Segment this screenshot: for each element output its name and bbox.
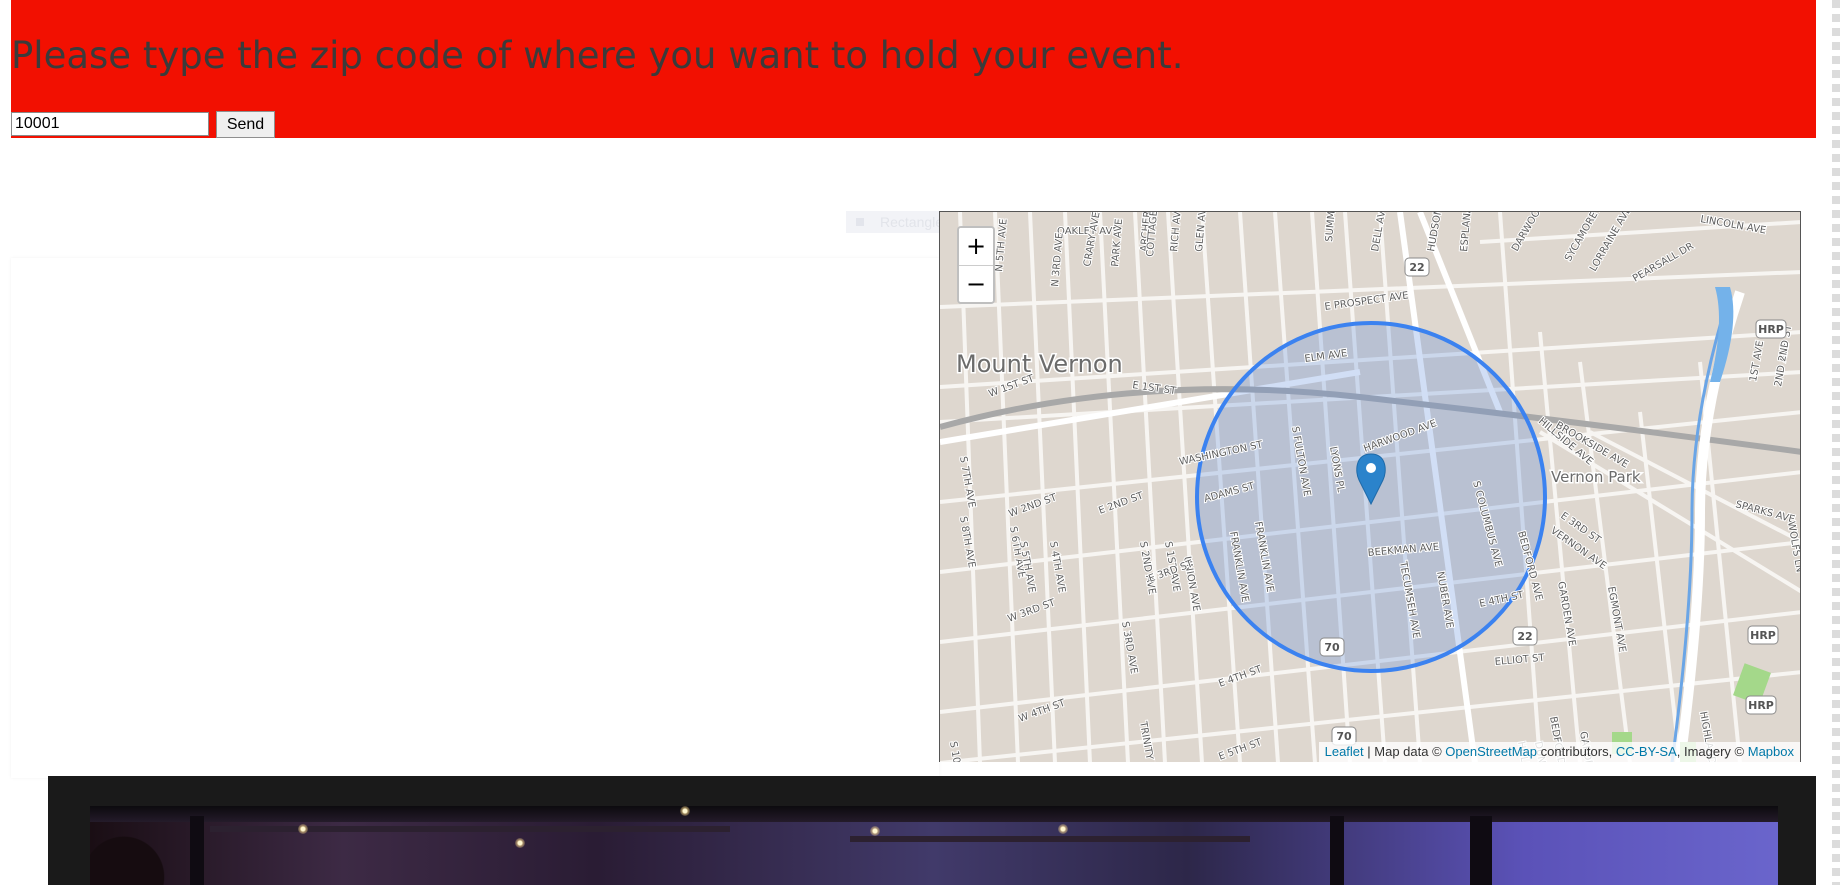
content-panel [11, 258, 939, 778]
map-view[interactable]: Mount Vernon Vernon Park OAKLEY AVE ARCHE… [939, 211, 1801, 762]
photo-light [870, 826, 880, 836]
license-link[interactable]: CC-BY-SA [1616, 744, 1677, 759]
photo-column-3 [1470, 816, 1492, 885]
mapbox-link[interactable]: Mapbox [1748, 744, 1794, 759]
page-title: Please type the zip code of where you wa… [11, 34, 1184, 77]
map-tiles[interactable]: Mount Vernon Vernon Park OAKLEY AVE ARCHE… [940, 212, 1801, 762]
event-photo-frame [48, 776, 1816, 885]
photo-rail-2 [850, 836, 1250, 842]
svg-text:22: 22 [1517, 630, 1532, 643]
zip-code-input[interactable] [11, 112, 209, 136]
photo-column-2 [1330, 816, 1344, 885]
route-shield: 70 [1319, 637, 1345, 657]
svg-text:HRP: HRP [1748, 699, 1774, 712]
attribution-sep-3: , Imagery © [1676, 744, 1748, 759]
route-shield: 22 [1512, 626, 1538, 646]
svg-text:HRP: HRP [1758, 323, 1784, 336]
photo-light [680, 806, 690, 816]
page-scrollbar[interactable] [1829, 0, 1843, 885]
photo-ceiling-beam [90, 806, 1778, 822]
svg-text:HRP: HRP [1750, 629, 1776, 642]
route-shield: HRP [1747, 625, 1779, 645]
rectangle-icon [856, 218, 864, 226]
event-venue-photo [90, 806, 1778, 885]
attribution-sep-2: contributors, [1537, 744, 1616, 759]
header-banner: Please type the zip code of where you wa… [11, 0, 1816, 138]
photo-column [190, 816, 204, 885]
send-button[interactable]: Send [216, 111, 275, 138]
photo-light [1058, 824, 1068, 834]
zoom-in-button[interactable]: + [959, 228, 993, 266]
place-label: Mount Vernon [956, 350, 1123, 378]
route-shield: HRP [1755, 319, 1787, 339]
faint-rectangle-text: Rectangle [880, 214, 944, 230]
svg-text:70: 70 [1324, 641, 1340, 654]
map-attribution: Leaflet | Map data © OpenStreetMap contr… [1318, 742, 1800, 762]
photo-light [298, 824, 308, 834]
secondary-place-label: Vernon Park [1551, 468, 1641, 486]
leaflet-link[interactable]: Leaflet [1325, 744, 1364, 759]
photo-rail [210, 826, 730, 832]
zoom-out-button[interactable]: − [959, 266, 993, 302]
zoom-control: + − [957, 226, 995, 304]
route-shield: 22 [1404, 257, 1430, 277]
svg-text:22: 22 [1409, 261, 1424, 274]
osm-link[interactable]: OpenStreetMap [1445, 744, 1537, 759]
route-shield: HRP [1745, 695, 1777, 715]
photo-light [515, 838, 525, 848]
attribution-sep-1: | Map data © [1363, 744, 1446, 759]
